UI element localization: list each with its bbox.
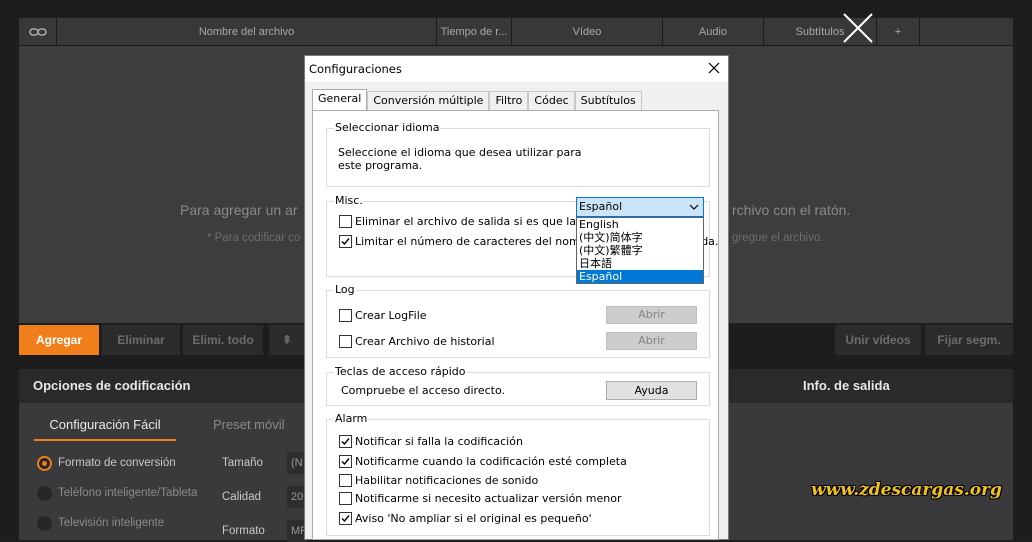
sound-notifications-checkbox[interactable]: Habilitar notificaciones de sonido bbox=[339, 473, 538, 487]
set-segment-button[interactable]: Fijar segm. bbox=[925, 325, 1013, 355]
drop-hint-right: rchivo con el ratón. bbox=[732, 202, 851, 218]
checkbox-unchecked-icon bbox=[339, 473, 352, 487]
hotkeys-group: Teclas de acceso rápido Compruebe el acc… bbox=[326, 365, 710, 406]
checkbox-unchecked-icon bbox=[339, 308, 352, 322]
delete-output-checkbox[interactable]: Eliminar el archivo de salida si es que … bbox=[339, 214, 613, 228]
language-prompt: Seleccione el idioma que desea utilizar … bbox=[338, 146, 581, 172]
column-add-button[interactable]: + bbox=[877, 18, 920, 46]
main-window: Nombre del archivo Tiempo de r... Vídeo … bbox=[0, 0, 1032, 542]
language-select[interactable]: Español bbox=[576, 197, 704, 217]
size-label: Tamaño bbox=[222, 457, 263, 469]
output-info-title: Info. de salida bbox=[803, 378, 890, 393]
radio-selected-icon bbox=[37, 455, 52, 471]
help-button[interactable]: Ayuda bbox=[606, 381, 697, 400]
checkmark-icon bbox=[339, 511, 352, 525]
radio-label: Teléfono inteligente/Tableta bbox=[58, 487, 198, 499]
column-time[interactable]: Tiempo de r... bbox=[437, 18, 512, 46]
notify-complete-checkbox[interactable]: Notificarme cuando la codificación esté … bbox=[339, 454, 627, 468]
link-icon[interactable] bbox=[19, 18, 57, 46]
add-button[interactable]: Agregar bbox=[19, 325, 99, 355]
radio-smart-tv[interactable]: Televisión inteligente bbox=[37, 513, 164, 533]
language-option-english[interactable]: English bbox=[577, 218, 703, 231]
radio-label: Televisión inteligente bbox=[58, 517, 165, 529]
checkbox-label: Habilitar notificaciones de sonido bbox=[355, 473, 539, 487]
checkbox-label: Crear LogFile bbox=[355, 308, 427, 322]
language-option-traditional-chinese[interactable]: (中文)繁體字 bbox=[577, 244, 703, 257]
checkmark-icon bbox=[339, 454, 352, 468]
column-empty bbox=[920, 18, 1013, 46]
radio-icon bbox=[37, 485, 52, 501]
join-videos-button[interactable]: Unir vídeos bbox=[835, 325, 921, 355]
drop-hint-left: Para agregar un ar bbox=[180, 202, 298, 218]
log-group: Log Crear LogFile Abrir Crear Archivo de… bbox=[326, 283, 710, 358]
radio-smartphone[interactable]: Teléfono inteligente/Tableta bbox=[37, 483, 197, 503]
tab-codec[interactable]: Códec bbox=[528, 91, 575, 110]
column-audio[interactable]: Audio bbox=[663, 18, 764, 46]
notify-failure-checkbox[interactable]: Notificar si falla la codificación bbox=[339, 434, 523, 448]
open-logfile-button[interactable]: Abrir bbox=[606, 306, 697, 324]
checkbox-label: Notificarme cuando la codificación esté … bbox=[355, 454, 627, 468]
drop-subhint-left: * Para codificar co bbox=[207, 232, 301, 244]
quality-label: Calidad bbox=[222, 491, 261, 503]
alarm-group-label: Alarm bbox=[334, 412, 369, 425]
dialog-title: Configuraciones bbox=[309, 62, 402, 76]
check-shortcut-label: Compruebe el acceso directo. bbox=[341, 384, 505, 397]
dialog-titlebar: Configuraciones bbox=[305, 56, 728, 82]
dialog-close-icon[interactable] bbox=[706, 60, 722, 76]
checkbox-label: Eliminar el archivo de salida si es que … bbox=[355, 214, 613, 228]
notify-update-checkbox[interactable]: Notificarme si necesito actualizar versi… bbox=[339, 491, 621, 505]
log-group-label: Log bbox=[334, 283, 356, 296]
dialog-tabs: General Conversión múltiple Filtro Códec… bbox=[312, 89, 642, 111]
no-upscale-warning-checkbox[interactable]: Aviso 'No ampliar si el original es pequ… bbox=[339, 511, 592, 525]
language-dropdown-list: English (中文)简体字 (中文)繁體字 日本語 Español bbox=[576, 217, 704, 284]
radio-conversion-format[interactable]: Formato de conversión bbox=[37, 453, 176, 473]
watermark-text: www.zdescargas.org bbox=[811, 480, 1002, 500]
remove-button[interactable]: Eliminar bbox=[102, 325, 180, 355]
language-group: Seleccionar idioma Seleccione el idioma … bbox=[326, 121, 710, 187]
create-history-checkbox[interactable]: Crear Archivo de historial bbox=[339, 334, 495, 348]
drop-subhint-right: gregue el archivo. bbox=[732, 232, 824, 244]
language-option-japanese[interactable]: 日本語 bbox=[577, 257, 703, 270]
checkbox-label: Crear Archivo de historial bbox=[355, 334, 495, 348]
radio-icon bbox=[37, 515, 52, 531]
settings-dialog: Configuraciones General Conversión múlti… bbox=[304, 55, 729, 540]
checkbox-unchecked-icon bbox=[339, 214, 352, 228]
language-select-value: Español bbox=[579, 200, 623, 213]
language-prompt-line1: Seleccione el idioma que desea utilizar … bbox=[338, 146, 582, 159]
language-prompt-line2: este programa. bbox=[338, 159, 423, 172]
checkbox-label: Notificarme si necesito actualizar versi… bbox=[355, 491, 622, 505]
tab-subtitles[interactable]: Subtítulos bbox=[574, 91, 642, 110]
radio-label: Formato de conversión bbox=[58, 457, 176, 469]
column-filename[interactable]: Nombre del archivo bbox=[57, 18, 437, 46]
language-group-label: Seleccionar idioma bbox=[334, 121, 441, 134]
general-panel: Seleccionar idioma Seleccione el idioma … bbox=[312, 110, 719, 540]
open-history-button[interactable]: Abrir bbox=[606, 332, 697, 350]
tab-mobile-preset[interactable]: Preset móvil bbox=[213, 409, 285, 441]
chevron-down-icon bbox=[689, 204, 699, 210]
tab-general[interactable]: General bbox=[312, 89, 368, 111]
checkmark-icon bbox=[339, 434, 352, 448]
tab-multiple-conversion[interactable]: Conversión múltiple bbox=[367, 91, 490, 110]
language-option-spanish[interactable]: Español bbox=[577, 270, 703, 283]
checkmark-icon bbox=[339, 234, 352, 248]
checkbox-label: Notificar si falla la codificación bbox=[355, 434, 523, 448]
hotkeys-group-label: Teclas de acceso rápido bbox=[334, 365, 467, 378]
checkbox-label: Aviso 'No ampliar si el original es pequ… bbox=[355, 511, 592, 525]
format-label: Formato bbox=[222, 525, 265, 537]
move-up-icon: ⇞ bbox=[281, 333, 293, 347]
checkbox-unchecked-icon bbox=[339, 491, 352, 505]
remove-all-button[interactable]: Elimi. todo bbox=[183, 325, 263, 355]
tab-easy-config[interactable]: Configuración Fácil bbox=[34, 409, 176, 441]
alarm-group: Alarm Notificar si falla la codificación… bbox=[326, 412, 710, 536]
move-up-button[interactable]: ⇞ bbox=[269, 325, 305, 355]
language-option-simplified-chinese[interactable]: (中文)简体字 bbox=[577, 231, 703, 244]
tab-filter[interactable]: Filtro bbox=[489, 91, 529, 110]
encoding-options-title: Opciones de codificación bbox=[33, 378, 191, 393]
create-logfile-checkbox[interactable]: Crear LogFile bbox=[339, 308, 427, 322]
misc-group-label: Misc. bbox=[334, 194, 364, 207]
close-icon[interactable] bbox=[840, 10, 876, 46]
checkbox-unchecked-icon bbox=[339, 334, 352, 348]
column-video[interactable]: Vídeo bbox=[512, 18, 663, 46]
